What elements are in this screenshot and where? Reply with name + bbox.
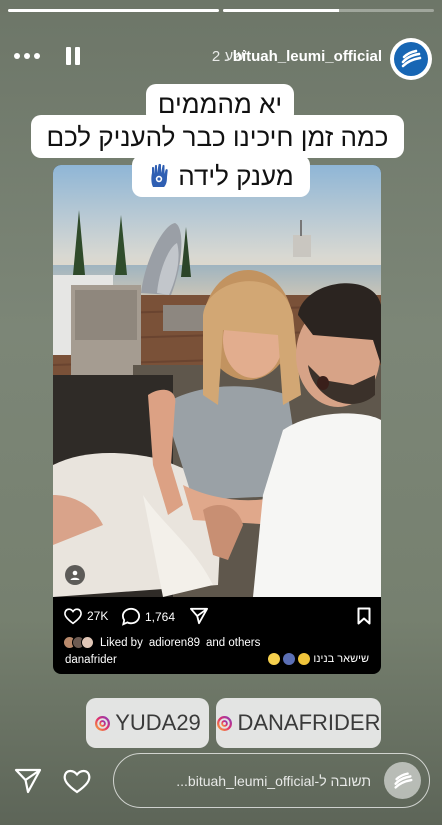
brand-logo-icon xyxy=(393,771,413,789)
avatar[interactable] xyxy=(390,38,432,80)
mention-label: DANAFRIDER xyxy=(237,710,381,735)
mention-label: YUDA29 xyxy=(115,710,201,735)
avatar xyxy=(384,762,421,799)
liked-by-user[interactable]: adioren89 xyxy=(149,637,200,649)
post-actions: 27K 1,764 xyxy=(63,605,371,629)
reply-bar xyxy=(113,753,430,808)
story-progress xyxy=(8,9,434,12)
more-icon[interactable] xyxy=(14,53,40,59)
liked-by: Liked by adioren89 and others xyxy=(63,636,371,649)
pause-icon[interactable] xyxy=(66,47,80,65)
liked-by-prefix: Liked by xyxy=(100,636,143,649)
progress-segment xyxy=(223,9,434,12)
share-action[interactable] xyxy=(189,607,209,625)
comments-count: 1,764 xyxy=(145,609,176,624)
liker-avatars xyxy=(63,636,94,649)
mention-sticker[interactable]: DANAFRIDER xyxy=(216,698,381,748)
shared-post[interactable]: 27K 1,764 Liked by adioren89 and others … xyxy=(53,165,381,674)
heart-icon[interactable] xyxy=(62,767,92,795)
hamsa-icon xyxy=(151,163,168,187)
heart-icon xyxy=(64,608,82,625)
post-comment: שישאר בנינו xyxy=(268,653,369,665)
comment-icon xyxy=(121,607,141,626)
caption-line-3: מענק לידה xyxy=(132,155,310,197)
caption-text-1: יא מהממים xyxy=(157,89,283,119)
progress-segment xyxy=(8,9,219,12)
chick-emoji-icon xyxy=(268,653,281,665)
liked-by-suffix: and others xyxy=(206,636,261,649)
user-tag-icon[interactable] xyxy=(65,565,85,585)
story-username[interactable]: bituah_leumi_official xyxy=(233,48,382,65)
thinking-emoji-icon xyxy=(298,653,311,665)
instagram-icon xyxy=(217,715,233,731)
brand-logo-icon xyxy=(401,49,422,68)
send-icon[interactable] xyxy=(14,768,42,794)
story-viewer: 2 שע' bituah_leumi_official 27K 1,764 Li… xyxy=(0,0,442,825)
story-header: 2 שע' bituah_leumi_official xyxy=(0,34,442,84)
send-icon xyxy=(190,607,208,625)
hamsa-emoji-icon xyxy=(283,653,296,665)
comment-action[interactable]: 1,764 xyxy=(121,607,175,626)
caption-text-3: מענק לידה xyxy=(178,161,294,191)
bookmark-icon xyxy=(357,607,371,625)
post-photo xyxy=(53,165,381,597)
instagram-icon xyxy=(95,715,111,731)
likes-count: 27K xyxy=(87,609,109,623)
mention-sticker[interactable]: YUDA29 xyxy=(86,698,209,748)
caption-line-2: כמה זמן חיכינו כבר להעניק לכם xyxy=(31,115,404,158)
caption-text-2: כמה זמן חיכינו כבר להעניק לכם xyxy=(46,121,389,152)
reply-input[interactable] xyxy=(114,772,429,789)
like-action[interactable]: 27K xyxy=(63,607,108,625)
comment-text: שישאר בנינו xyxy=(313,653,369,665)
bookmark-action[interactable] xyxy=(357,607,371,625)
couple-photo xyxy=(53,165,381,597)
post-author[interactable]: danafrider xyxy=(65,654,117,666)
